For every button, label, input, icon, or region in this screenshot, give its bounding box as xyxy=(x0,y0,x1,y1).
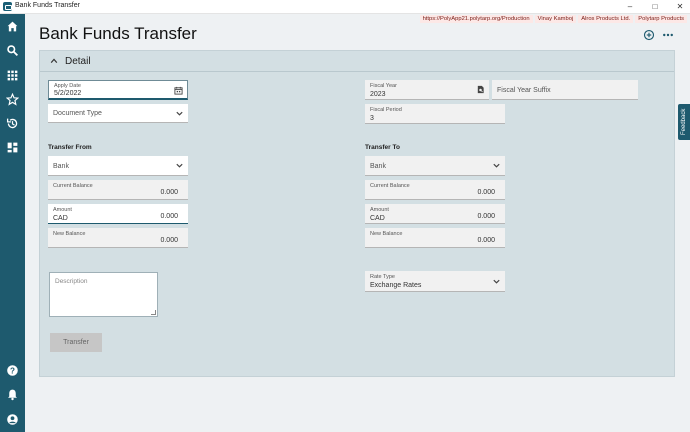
app-icon xyxy=(3,2,12,11)
fiscal-year-suffix-field[interactable]: Fiscal Year Suffix xyxy=(492,80,638,100)
chevron-down-icon[interactable] xyxy=(175,161,184,170)
help-icon[interactable]: ? xyxy=(6,364,19,377)
rate-type-label: Rate Type xyxy=(370,274,395,280)
rate-type-value: Exchange Rates xyxy=(370,282,422,289)
more-options-icon[interactable] xyxy=(662,29,674,41)
transfer-to-bank-value: Bank xyxy=(370,163,386,170)
transfer-from-heading: Transfer From xyxy=(48,144,92,151)
transfer-from-bank-value: Bank xyxy=(53,163,69,170)
document-type-placeholder: Document Type xyxy=(53,110,102,117)
description-placeholder: Description xyxy=(55,278,88,285)
fiscal-year-field[interactable]: Fiscal Year 2023 xyxy=(365,80,489,100)
transfer-to-bank-select[interactable]: Bank xyxy=(365,156,505,176)
maximize-button[interactable]: □ xyxy=(646,0,664,14)
chevron-down-icon[interactable] xyxy=(492,161,501,170)
sidebar: ? xyxy=(0,14,25,432)
transfer-to-current-balance-value: 0.000 xyxy=(477,189,495,196)
transfer-to-amount-currency: CAD xyxy=(370,215,385,222)
close-button[interactable]: ✕ xyxy=(671,0,689,14)
fiscal-period-label: Fiscal Period xyxy=(370,107,402,113)
search-icon[interactable] xyxy=(6,44,19,57)
window-titlebar: Bank Funds Transfer – □ ✕ xyxy=(0,0,690,14)
transfer-to-current-balance-label: Current Balance xyxy=(370,183,410,189)
transfer-from-new-balance-field: New Balance 0.000 xyxy=(48,228,188,248)
document-type-select[interactable]: Document Type xyxy=(48,104,188,123)
environment-tags: https://PolyApp21.polytarp.org/Productio… xyxy=(419,15,687,23)
division-tag: Polytarp Products xyxy=(635,15,687,23)
document-lookup-icon[interactable] xyxy=(476,85,485,94)
user-account-icon[interactable] xyxy=(6,413,19,426)
feedback-tab[interactable]: Feedback xyxy=(678,104,690,140)
transfer-from-amount-label: Amount xyxy=(53,207,72,213)
home-icon[interactable] xyxy=(6,20,19,33)
notifications-bell-icon[interactable] xyxy=(6,388,19,401)
fiscal-period-field[interactable]: Fiscal Period 3 xyxy=(365,104,505,124)
main-content: https://PolyApp21.polytarp.org/Productio… xyxy=(25,14,690,432)
fiscal-year-label: Fiscal Year xyxy=(370,83,397,89)
company-tag: Alros Products Ltd. xyxy=(578,15,634,23)
transfer-to-amount-field: Amount CAD 0.000 xyxy=(365,204,505,224)
environment-url-tag: https://PolyApp21.polytarp.org/Productio… xyxy=(419,15,533,23)
calendar-icon[interactable] xyxy=(174,86,183,95)
detail-panel: Detail Apply Date 5/2/2022 Document Type… xyxy=(39,50,675,377)
transfer-from-current-balance-field: Current Balance 0.000 xyxy=(48,180,188,200)
fiscal-year-suffix-placeholder: Fiscal Year Suffix xyxy=(497,87,551,94)
minimize-button[interactable]: – xyxy=(621,0,639,14)
transfer-from-amount-currency: CAD xyxy=(53,215,68,222)
resize-grip-icon[interactable] xyxy=(151,310,156,315)
description-textarea[interactable]: Description xyxy=(49,272,158,317)
apps-grid-icon[interactable] xyxy=(6,69,19,82)
transfer-from-amount-field[interactable]: Amount CAD 0.000 xyxy=(48,204,188,224)
detail-panel-header[interactable]: Detail xyxy=(40,51,674,72)
apply-date-value[interactable]: 5/2/2022 xyxy=(54,90,81,97)
detail-panel-title: Detail xyxy=(65,56,91,67)
chevron-down-icon[interactable] xyxy=(492,277,501,286)
transfer-to-heading: Transfer To xyxy=(365,144,400,151)
chevron-down-icon[interactable] xyxy=(175,109,184,118)
add-circle-icon[interactable] xyxy=(643,29,655,41)
page-title: Bank Funds Transfer xyxy=(39,24,197,43)
user-name-tag: Vinay Kamboj xyxy=(534,15,577,23)
transfer-to-current-balance-field: Current Balance 0.000 xyxy=(365,180,505,200)
fiscal-year-value[interactable]: 2023 xyxy=(370,91,386,98)
apply-date-label: Apply Date xyxy=(54,83,81,89)
dashboard-icon[interactable] xyxy=(6,141,19,154)
apply-date-field[interactable]: Apply Date 5/2/2022 xyxy=(48,80,188,100)
transfer-from-amount-value[interactable]: 0.000 xyxy=(160,213,178,220)
transfer-from-current-balance-value: 0.000 xyxy=(160,189,178,196)
transfer-from-new-balance-label: New Balance xyxy=(53,231,86,237)
transfer-to-amount-label: Amount xyxy=(370,207,389,213)
transfer-button[interactable]: Transfer xyxy=(50,333,102,352)
favorites-star-icon[interactable] xyxy=(6,93,19,106)
svg-text:?: ? xyxy=(10,366,15,375)
fiscal-period-value[interactable]: 3 xyxy=(370,115,374,122)
transfer-to-new-balance-field: New Balance 0.000 xyxy=(365,228,505,248)
transfer-from-bank-select[interactable]: Bank xyxy=(48,156,188,176)
history-icon[interactable] xyxy=(6,117,19,130)
rate-type-select[interactable]: Rate Type Exchange Rates xyxy=(365,271,505,292)
transfer-from-current-balance-label: Current Balance xyxy=(53,183,93,189)
transfer-to-new-balance-label: New Balance xyxy=(370,231,403,237)
transfer-to-new-balance-value: 0.000 xyxy=(477,237,495,244)
transfer-from-new-balance-value: 0.000 xyxy=(160,237,178,244)
transfer-to-amount-value: 0.000 xyxy=(477,213,495,220)
window-title: Bank Funds Transfer xyxy=(15,2,80,9)
chevron-up-icon[interactable] xyxy=(50,57,58,65)
